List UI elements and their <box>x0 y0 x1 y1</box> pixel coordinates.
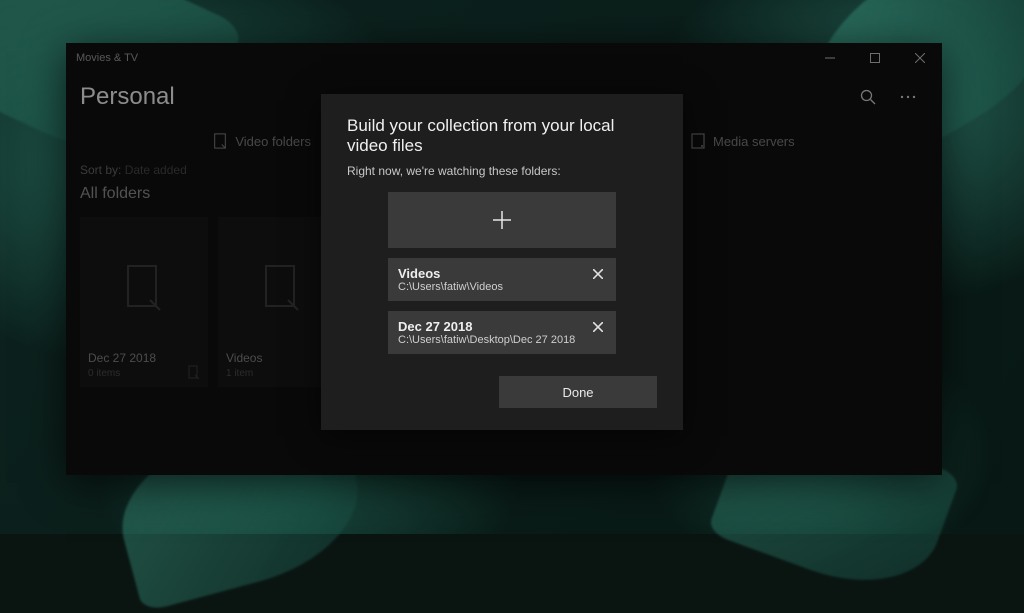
build-collection-dialog: Build your collection from your local vi… <box>321 94 683 430</box>
close-icon <box>593 269 603 279</box>
watched-folder-name: Dec 27 2018 <box>398 319 590 334</box>
add-folder-button[interactable] <box>388 192 616 248</box>
done-button[interactable]: Done <box>499 376 657 408</box>
remove-folder-button[interactable] <box>590 266 606 282</box>
watched-folder-path: C:\Users\fatiw\Videos <box>398 281 590 293</box>
watched-folder-path: C:\Users\fatiw\Desktop\Dec 27 2018 <box>398 334 590 346</box>
dialog-title: Build your collection from your local vi… <box>347 116 657 156</box>
watched-folder-item[interactable]: Dec 27 2018 C:\Users\fatiw\Desktop\Dec 2… <box>388 311 616 354</box>
dialog-subtitle: Right now, we're watching these folders: <box>347 164 657 178</box>
close-icon <box>593 322 603 332</box>
plus-icon <box>491 209 513 231</box>
remove-folder-button[interactable] <box>590 319 606 335</box>
watched-folder-name: Videos <box>398 266 590 281</box>
watched-folder-item[interactable]: Videos C:\Users\fatiw\Videos <box>388 258 616 301</box>
